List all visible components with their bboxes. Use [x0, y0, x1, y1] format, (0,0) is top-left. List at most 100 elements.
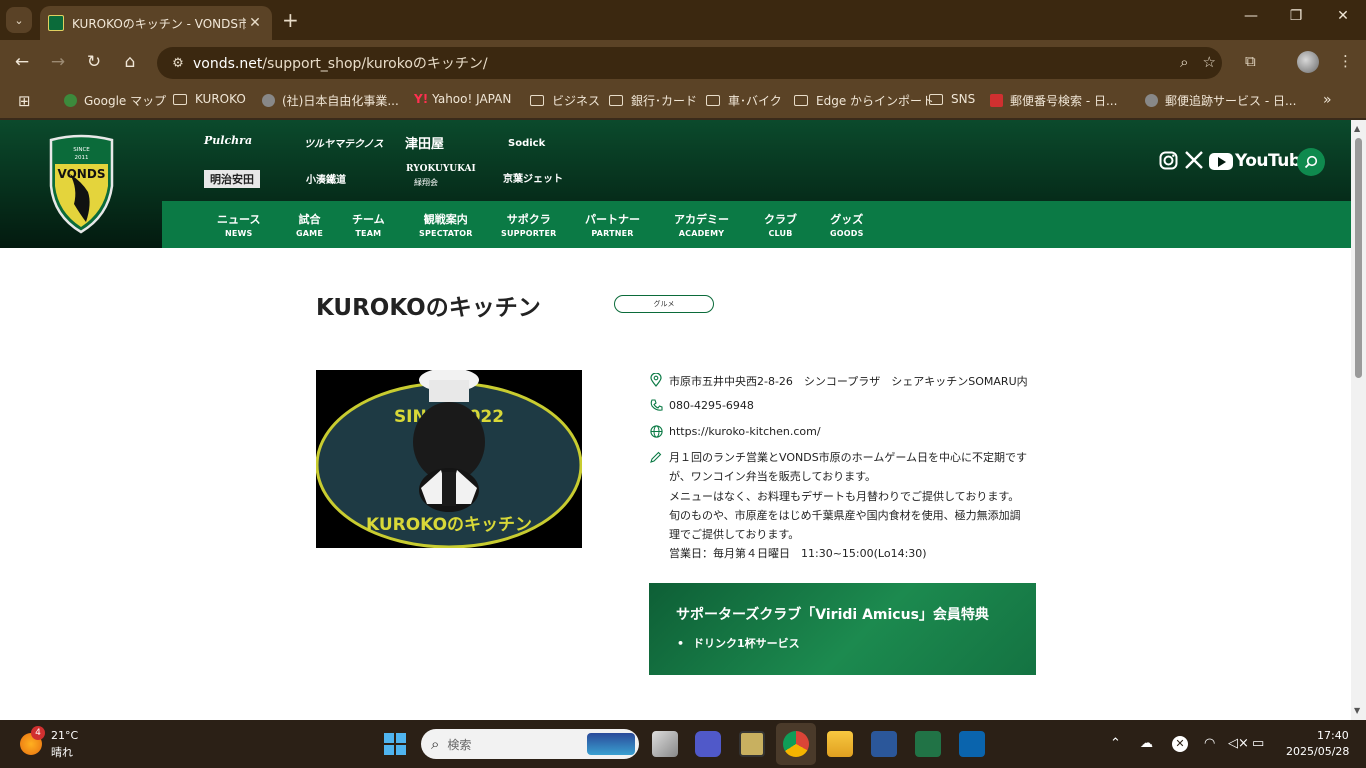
tab-search-button[interactable]: ⌄	[6, 7, 32, 33]
japan-post-icon	[990, 94, 1003, 107]
close-window-button[interactable]: ✕	[1331, 8, 1355, 24]
site-info-icon[interactable]: ⚙	[163, 56, 193, 71]
bookmark-yahoo[interactable]: Y! Yahoo! JAPAN	[414, 92, 511, 106]
address-bar[interactable]: ⚙ vonds.net/support_shop/kurokoのキッチン/ ⌕ …	[157, 47, 1222, 79]
bookmark-postal-tracking[interactable]: 郵便追跡サービス - 日...	[1145, 92, 1296, 109]
nav-game[interactable]: 試合 GAME	[296, 211, 323, 238]
extensions-icon[interactable]: ⧉	[1245, 52, 1256, 70]
url-text[interactable]: vonds.net/support_shop/kurokoのキッチン/	[193, 53, 488, 73]
clock-date[interactable]: 2025/05/28	[1286, 745, 1349, 758]
word-icon[interactable]	[871, 731, 897, 757]
bookmark-bank-card[interactable]: 銀行･カード	[609, 92, 697, 109]
yahoo-icon: Y!	[414, 92, 429, 106]
browser-menu-icon[interactable]: ⋮	[1338, 52, 1353, 70]
minimize-button[interactable]: —	[1239, 8, 1263, 24]
more-bookmarks-icon[interactable]: »	[1323, 92, 1332, 108]
pencil-icon	[649, 451, 663, 465]
outlook-icon[interactable]	[959, 731, 985, 757]
battery-icon[interactable]: ▭	[1252, 736, 1264, 751]
reload-button[interactable]: ↻	[82, 52, 106, 72]
new-tab-button[interactable]: +	[282, 8, 299, 32]
apps-grid-icon[interactable]: ⊞	[18, 92, 31, 110]
sponsor-sodick[interactable]: Sodick	[508, 138, 545, 149]
scroll-down-arrow-icon[interactable]: ▼	[1354, 706, 1360, 715]
task-view-icon[interactable]	[652, 731, 678, 757]
nav-team[interactable]: チーム TEAM	[352, 211, 385, 238]
bookmark-edge-import[interactable]: Edge からインポート	[794, 92, 934, 109]
tray-overflow-icon[interactable]: ⌃	[1110, 736, 1121, 751]
sponsor-meiji-yasuda[interactable]: 明治安田	[204, 170, 260, 188]
back-button[interactable]: ←	[10, 52, 34, 72]
page-scrollbar[interactable]: ▲ ▼	[1351, 120, 1366, 720]
bookmark-car-bike[interactable]: 車･バイク	[706, 92, 782, 109]
folder-icon	[706, 95, 720, 106]
youtube-icon	[1209, 152, 1233, 170]
sponsor-tsuruya[interactable]: ツルヤマテクノス	[304, 135, 383, 150]
bookmark-jiyuka[interactable]: (社)日本自由化事業...	[262, 92, 399, 109]
weather-condition[interactable]: 晴れ	[51, 744, 73, 760]
profile-avatar[interactable]	[1297, 51, 1319, 73]
active-tab[interactable]: KUROKOのキッチン - VONDS市原 ✕	[40, 6, 272, 40]
teams-icon[interactable]	[695, 731, 721, 757]
forward-button[interactable]: →	[46, 52, 70, 72]
nav-partner[interactable]: パートナー PARTNER	[585, 211, 640, 238]
scroll-thumb[interactable]	[1355, 138, 1362, 378]
chrome-icon[interactable]	[783, 731, 809, 757]
bookmark-star-icon[interactable]: ☆	[1203, 53, 1216, 71]
site-favicon-icon	[48, 15, 64, 31]
site-search-button[interactable]	[1297, 148, 1325, 176]
category-badge[interactable]: グルメ	[614, 295, 714, 313]
instagram-icon[interactable]	[1159, 151, 1178, 175]
description-line: 月１回のランチ営業とVONDS市原のホームゲーム日を中心に不定期です	[669, 451, 1028, 464]
scroll-up-arrow-icon[interactable]: ▲	[1354, 124, 1360, 133]
sponsor-kominato[interactable]: 小湊鐵道	[306, 171, 346, 186]
club-logo[interactable]: SINCE 2011 VONDS	[0, 120, 162, 248]
member-benefit-box: サポーターズクラブ「Viridi Amicus」会員特典 ドリンク1杯サービス	[649, 583, 1036, 675]
sponsor-pulchra[interactable]: Pulchra	[204, 134, 252, 147]
x-twitter-icon[interactable]	[1184, 150, 1204, 175]
windows-start-icon[interactable]	[384, 733, 406, 755]
display-app-icon[interactable]	[739, 731, 765, 757]
maps-pin-icon	[64, 94, 77, 107]
shop-description: 月１回のランチ営業とVONDS市原のホームゲーム日を中心に不定期です が、ワンコ…	[669, 448, 1027, 564]
svg-text:VONDS: VONDS	[58, 167, 106, 181]
tab-close-icon[interactable]: ✕	[246, 15, 264, 31]
bookmark-google-maps[interactable]: Google マップ	[64, 92, 166, 109]
sponsor-ryokuyukai[interactable]: RYOKUYUKAI	[406, 164, 476, 174]
nav-spectator[interactable]: 観戦案内 SPECTATOR	[419, 211, 473, 238]
file-explorer-icon[interactable]	[827, 731, 853, 757]
nav-goods[interactable]: グッズ GOODS	[830, 211, 864, 238]
zoom-icon[interactable]: ⌕	[1180, 53, 1188, 71]
weather-temperature[interactable]: 21°C	[51, 729, 78, 742]
shop-website-link[interactable]: https://kuroko-kitchen.com/	[669, 425, 821, 438]
status-close-icon[interactable]: ✕	[1172, 736, 1188, 752]
onedrive-icon[interactable]: ☁	[1140, 736, 1153, 751]
nav-supporter[interactable]: サポクラ SUPPORTER	[501, 211, 556, 238]
shop-image: SINCE 2022 KUROKOのキッチン	[316, 370, 582, 548]
nav-academy[interactable]: アカデミー ACADEMY	[674, 211, 729, 238]
restore-button[interactable]: ❐	[1284, 8, 1308, 24]
excel-icon[interactable]	[915, 731, 941, 757]
folder-icon	[794, 95, 808, 106]
bookmark-postal-code[interactable]: 郵便番号検索 - 日...	[990, 92, 1117, 109]
wifi-icon[interactable]: ◠	[1204, 736, 1215, 751]
taskbar-search[interactable]: ⌕ 検索	[421, 729, 639, 759]
folder-icon	[173, 93, 187, 105]
sponsor-keiyo-jet[interactable]: 京葉ジェット	[503, 170, 563, 185]
home-button[interactable]: ⌂	[118, 52, 142, 72]
bookmark-sns[interactable]: SNS	[929, 92, 975, 106]
main-navigation: ニュース NEWS 試合 GAME チーム TEAM 観戦案内 SPECTATOR サポ…	[162, 201, 1351, 248]
search-highlight-image	[587, 733, 635, 755]
bookmark-kuroko[interactable]: KUROKO	[173, 92, 246, 106]
sponsor-tsudaya[interactable]: 津田屋	[405, 133, 444, 152]
phone-row: 080-4295-6948	[649, 399, 754, 413]
nav-news[interactable]: ニュース NEWS	[217, 211, 260, 238]
clock-time[interactable]: 17:40	[1317, 729, 1349, 742]
address-row: 市原市五井中央西2-8-26 シンコープラザ シェアキッチンSOMARU内	[649, 372, 1028, 389]
nav-club[interactable]: クラブ CLUB	[764, 211, 797, 238]
bookmark-business[interactable]: ビジネス	[530, 92, 600, 109]
speaker-muted-icon[interactable]: ◁×	[1228, 736, 1249, 751]
shop-phone[interactable]: 080-4295-6948	[669, 399, 754, 412]
folder-icon	[609, 95, 623, 106]
benefit-item: ドリンク1杯サービス	[677, 635, 800, 651]
